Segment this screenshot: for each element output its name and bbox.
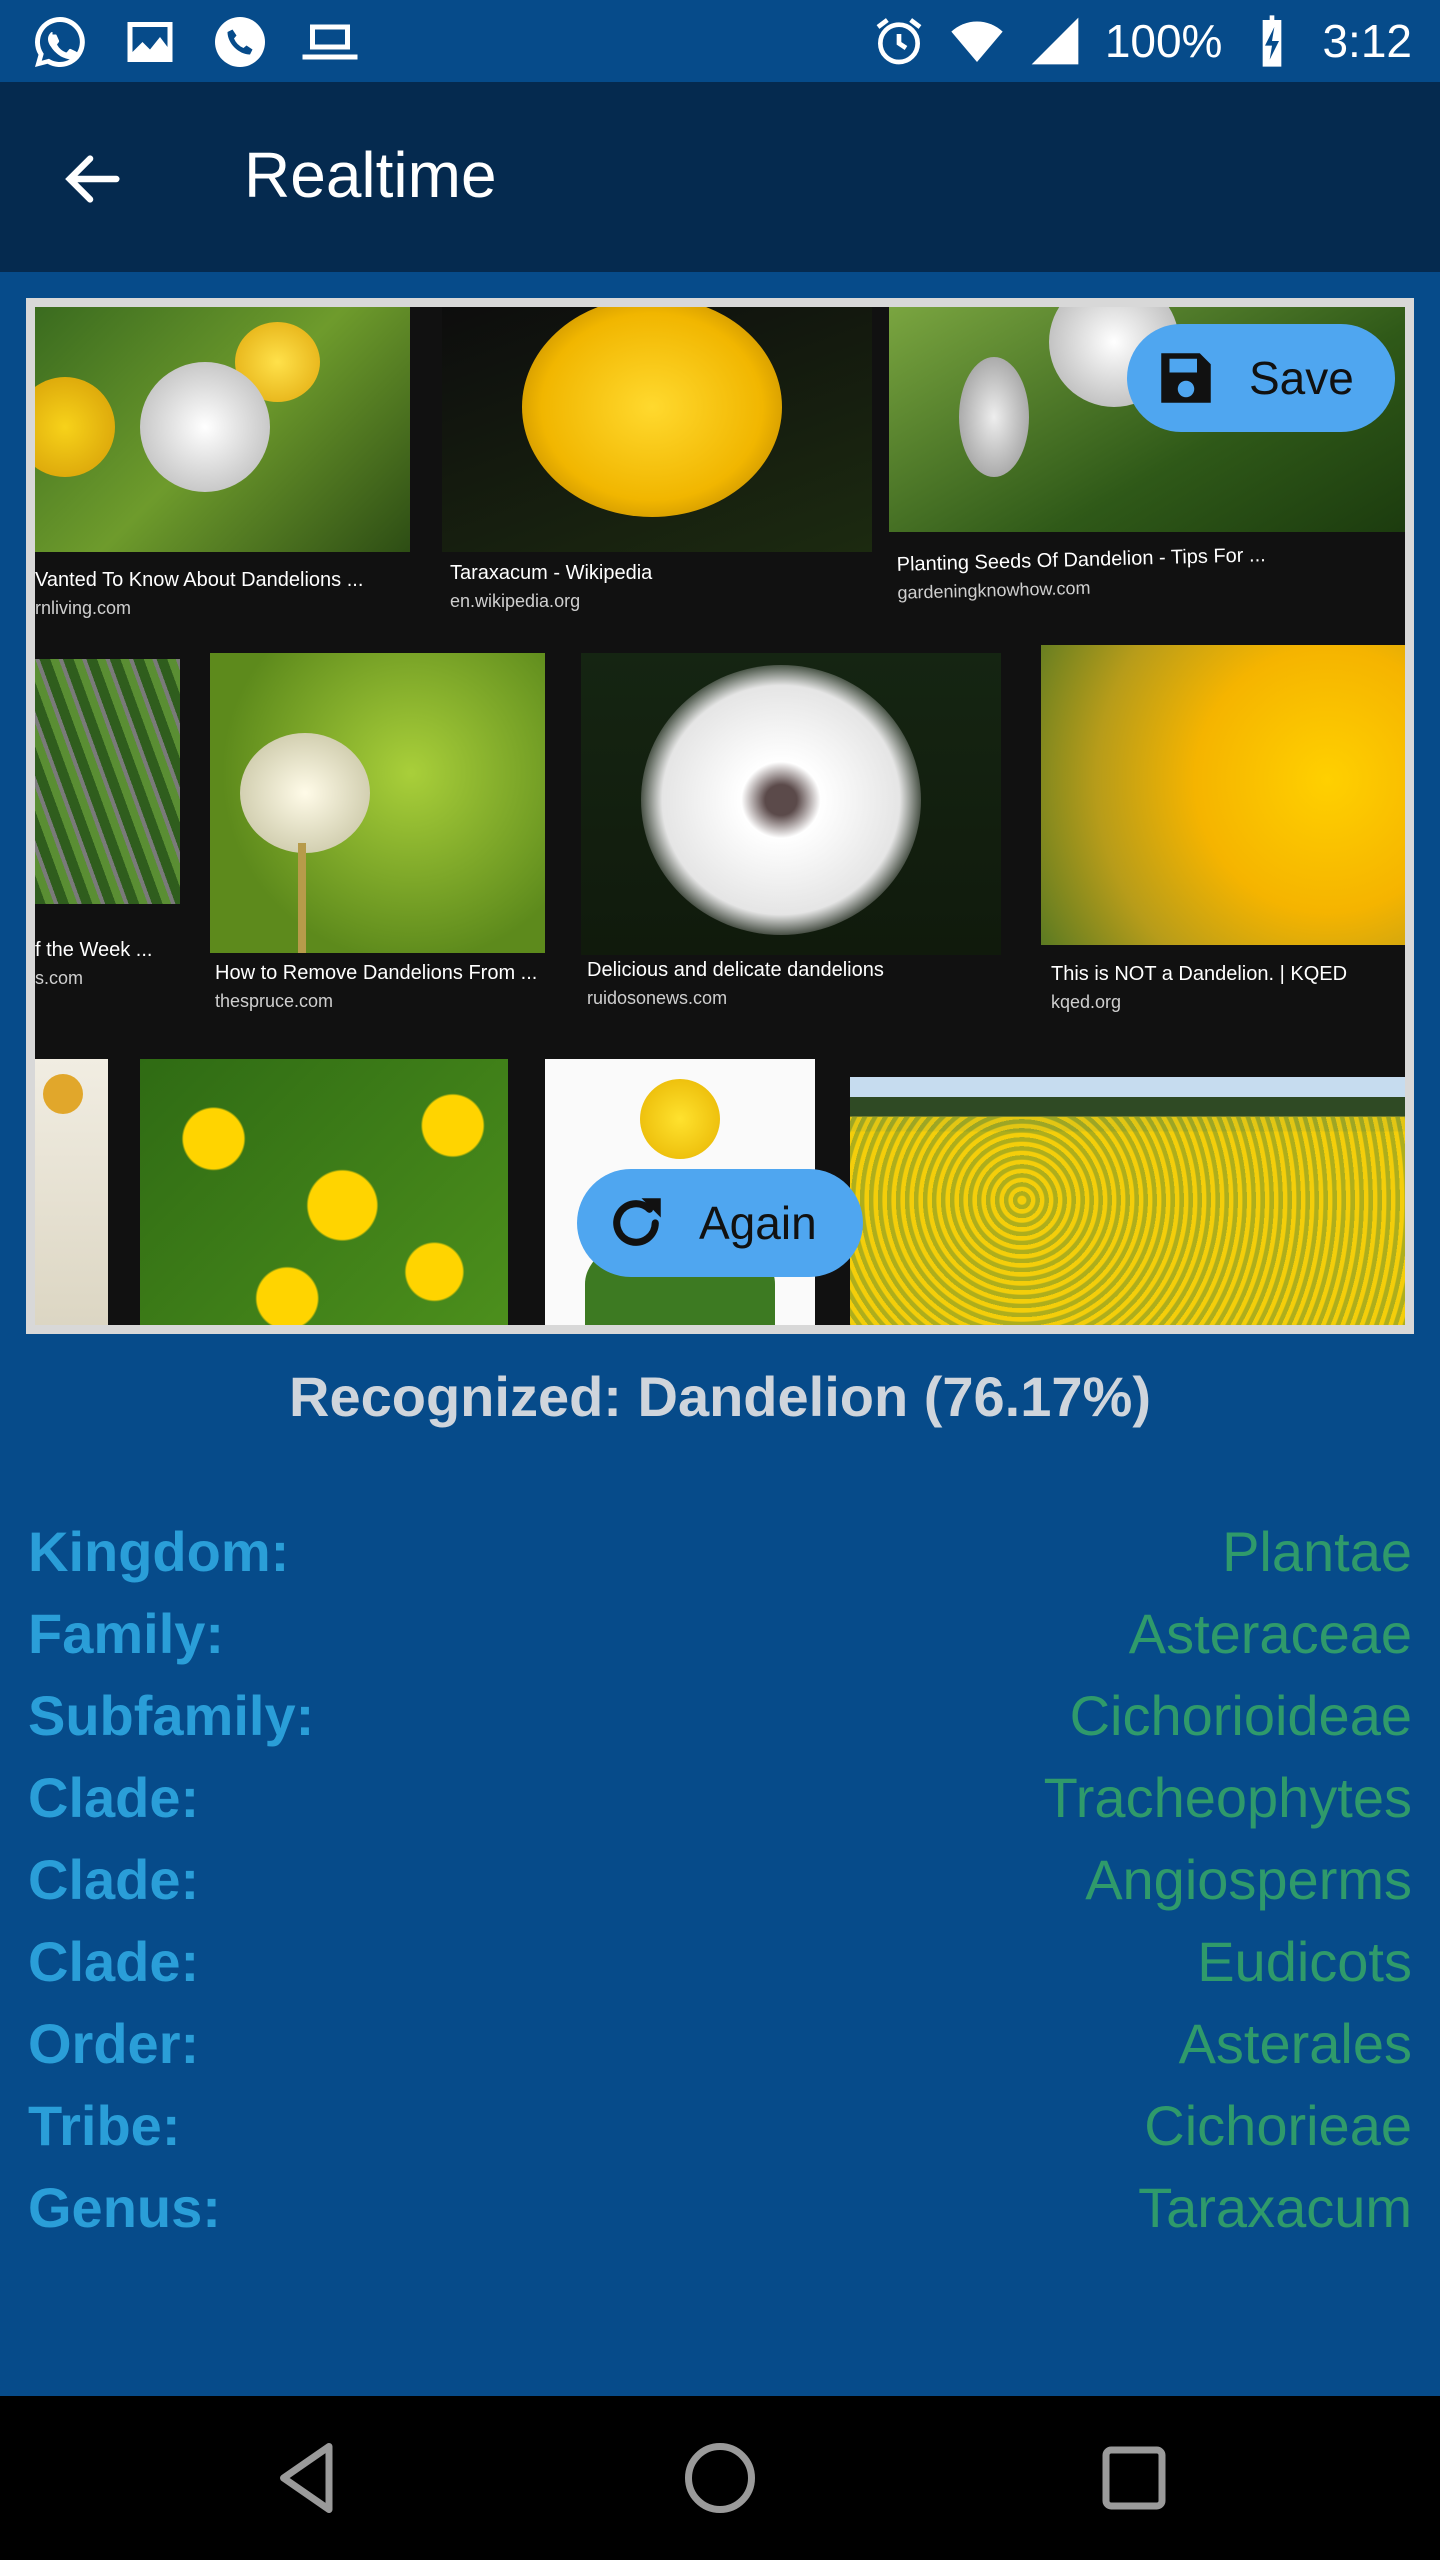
- taxonomy-value: Asterales: [1178, 2011, 1412, 2075]
- phone-icon: [215, 17, 265, 67]
- taxonomy-label: Tribe:: [28, 2093, 181, 2157]
- taxonomy-label: Clade:: [28, 1929, 200, 1993]
- again-button[interactable]: Again: [577, 1169, 863, 1277]
- dandelion-photo: [35, 659, 180, 904]
- taxonomy-row: Family: Asteraceae: [28, 1592, 1412, 1674]
- image-caption: This is NOT a Dandelion. | KQED kqed.org: [1051, 963, 1348, 1012]
- image-caption: Taraxacum - Wikipedia en.wikipedia.org: [450, 562, 653, 611]
- dandelion-photo: [850, 1077, 1405, 1325]
- laptop-icon: [302, 24, 358, 60]
- wifi-icon: [951, 21, 1003, 62]
- save-icon: [1161, 353, 1211, 403]
- image-caption: f the Week ... s.com: [35, 939, 153, 988]
- nav-recents-icon[interactable]: [1092, 2436, 1176, 2520]
- taxonomy-label: Subfamily:: [28, 1683, 315, 1747]
- dandelion-photo: [140, 1059, 508, 1325]
- battery-percent: 100%: [1104, 15, 1223, 67]
- refresh-icon: [613, 1198, 661, 1246]
- taxonomy-value: Asteraceae: [1128, 1601, 1412, 1665]
- taxonomy-label: Kingdom:: [28, 1519, 290, 1583]
- recognition-result: Recognized: Dandelion (76.17%): [289, 1365, 1151, 1428]
- status-bar: 100% 3:12: [0, 0, 1440, 82]
- taxonomy-row: Subfamily: Cichorioideae: [28, 1674, 1412, 1756]
- taxonomy-value: Angiosperms: [1085, 1847, 1412, 1911]
- taxonomy-value: Tracheophytes: [1043, 1765, 1412, 1829]
- signal-icon: [1031, 17, 1079, 65]
- taxonomy-row: Order: Asterales: [28, 2002, 1412, 2084]
- nav-back-icon[interactable]: [266, 2436, 350, 2520]
- save-button[interactable]: Save: [1127, 324, 1395, 432]
- dandelion-photo: [442, 307, 872, 552]
- image-caption: Vanted To Know About Dandelions ... rnliv…: [35, 569, 364, 618]
- alarm-icon: [876, 18, 922, 65]
- taxonomy-value: Eudicots: [1197, 1929, 1412, 1993]
- taxonomy-label: Order:: [28, 2011, 200, 2075]
- taxonomy-label: Genus:: [28, 2175, 221, 2239]
- captured-image: Vanted To Know About Dandelions ... rnliv…: [35, 307, 1405, 1325]
- dandelion-photo: [210, 653, 545, 953]
- save-button-label: Save: [1249, 352, 1354, 404]
- app-bar: Realtime: [0, 82, 1440, 272]
- image-caption: Planting Seeds Of Dandelion - Tips For .…: [896, 544, 1266, 603]
- dandelion-photo: [35, 1059, 108, 1325]
- whatsapp-icon: [35, 17, 85, 67]
- dandelion-photo: [35, 307, 410, 552]
- taxonomy-value: Taraxacum: [1138, 2175, 1412, 2239]
- taxonomy-row: Clade: Angiosperms: [28, 1838, 1412, 1920]
- captured-image-frame: Vanted To Know About Dandelions ... rnliv…: [26, 298, 1414, 1334]
- image-icon: [127, 22, 173, 62]
- dandelion-photo: [581, 653, 1001, 955]
- taxonomy-row: Tribe: Cichorieae: [28, 2084, 1412, 2166]
- image-caption: How to Remove Dandelions From ... thespru…: [215, 962, 538, 1011]
- image-caption: Delicious and delicate dandelions ruidoso…: [587, 959, 884, 1008]
- taxonomy-label: Family:: [28, 1601, 225, 1665]
- again-button-label: Again: [699, 1197, 817, 1249]
- taxonomy-label: Clade:: [28, 1847, 200, 1911]
- battery-charging-icon: [1263, 15, 1282, 67]
- arrow-left-icon[interactable]: [58, 144, 128, 214]
- dandelion-photo: [1041, 645, 1405, 945]
- taxonomy-row: Clade: Eudicots: [28, 1920, 1412, 2002]
- taxonomy-list: Kingdom: Plantae Family: Asteraceae Subfam…: [28, 1510, 1412, 2248]
- taxonomy-row: Clade: Tracheophytes: [28, 1756, 1412, 1838]
- taxonomy-value: Cichorieae: [1144, 2093, 1412, 2157]
- page-title: Realtime: [244, 139, 497, 211]
- taxonomy-value: Cichorioideae: [1069, 1683, 1412, 1747]
- taxonomy-row: Genus: Taraxacum: [28, 2166, 1412, 2248]
- taxonomy-row: Kingdom: Plantae: [28, 1510, 1412, 1592]
- nav-home-icon[interactable]: [678, 2436, 762, 2520]
- taxonomy-label: Clade:: [28, 1765, 200, 1829]
- system-nav-bar: [0, 2396, 1440, 2560]
- clock: 3:12: [1322, 15, 1412, 67]
- taxonomy-value: Plantae: [1222, 1519, 1412, 1583]
